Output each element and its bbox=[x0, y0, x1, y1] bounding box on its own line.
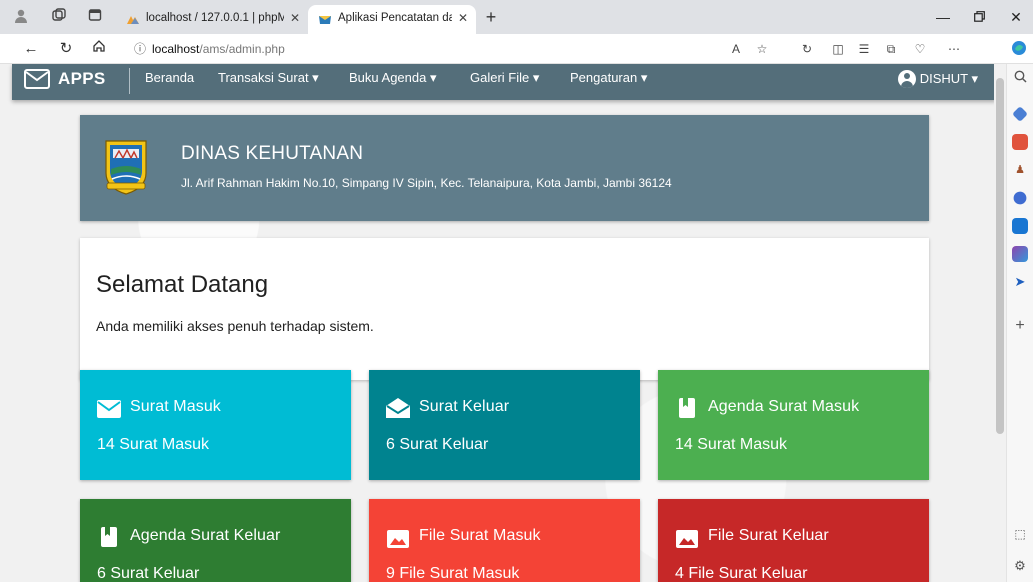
collections-icon[interactable]: ⧉ bbox=[882, 40, 900, 58]
tab-aplikasi[interactable]: Aplikasi Pencatatan dan Pengarsi ✕ bbox=[308, 5, 476, 34]
add-sidebar-app-icon[interactable]: + bbox=[1012, 318, 1028, 334]
tab-title: localhost / 127.0.0.1 | phpMyAdm bbox=[146, 12, 284, 24]
send-icon[interactable]: ➤ bbox=[1012, 274, 1028, 290]
nav-item-beranda[interactable]: Beranda bbox=[145, 70, 194, 85]
people-icon[interactable]: ♟ bbox=[1012, 162, 1028, 178]
scrollbar-thumb[interactable] bbox=[996, 78, 1004, 434]
nav-item-transaksi-surat[interactable]: Transaksi Surat ▾ bbox=[218, 70, 319, 86]
brand[interactable]: APPS bbox=[24, 66, 106, 92]
top-navbar: APPS Beranda Transaksi Surat ▾ Buku Agen… bbox=[12, 64, 994, 100]
image-icon bbox=[676, 530, 698, 548]
close-window-button[interactable]: ✕ bbox=[1001, 6, 1031, 28]
bookmark-icon bbox=[679, 398, 695, 418]
brand-text: APPS bbox=[58, 69, 106, 88]
profile-icon[interactable] bbox=[12, 8, 30, 26]
user-avatar-icon bbox=[897, 70, 916, 88]
browser-tab-bar: localhost / 127.0.0.1 | phpMyAdm ✕ Aplik… bbox=[0, 0, 1033, 34]
user-menu[interactable]: DISHUT ▾ bbox=[897, 68, 978, 90]
page-viewport: APPS Beranda Transaksi Surat ▾ Buku Agen… bbox=[0, 64, 994, 582]
favorites-list-icon[interactable]: ☰ bbox=[855, 40, 873, 58]
stat-count: 4 File Surat Keluar bbox=[675, 565, 808, 582]
page-scrollbar[interactable] bbox=[994, 64, 1006, 582]
copilot-icon[interactable] bbox=[1010, 40, 1028, 58]
stat-count: 6 Surat Keluar bbox=[97, 565, 200, 582]
more-menu-icon[interactable]: ⋯ bbox=[945, 40, 963, 58]
new-tab-button[interactable]: + bbox=[478, 4, 504, 30]
screenshot-icon[interactable]: ⬚ bbox=[1012, 526, 1028, 542]
designer-icon[interactable] bbox=[1012, 246, 1028, 262]
home-icon[interactable] bbox=[88, 39, 110, 59]
stat-card-surat-masuk[interactable]: Surat Masuk 14 Surat Masuk bbox=[80, 370, 351, 480]
extensions-icon[interactable]: ↻ bbox=[798, 40, 816, 58]
split-screen-icon[interactable]: ◫ bbox=[829, 40, 847, 58]
close-tab-icon[interactable]: ✕ bbox=[290, 5, 300, 32]
stat-title: File Surat Keluar bbox=[708, 527, 829, 544]
stat-count: 14 Surat Masuk bbox=[675, 436, 788, 453]
workspaces-icon[interactable] bbox=[50, 8, 68, 26]
stat-title: Surat Masuk bbox=[130, 398, 221, 415]
tab-actions-icon[interactable] bbox=[86, 8, 104, 26]
close-tab-icon[interactable]: ✕ bbox=[458, 5, 468, 32]
restore-button[interactable] bbox=[964, 6, 994, 28]
app-favicon-icon bbox=[319, 16, 331, 24]
minimize-button[interactable]: — bbox=[928, 6, 958, 28]
stat-card-surat-keluar[interactable]: Surat Keluar 6 Surat Keluar bbox=[369, 370, 640, 480]
nav-item-galeri-file[interactable]: Galeri File ▾ bbox=[470, 70, 539, 86]
stat-title: Agenda Surat Keluar bbox=[130, 527, 281, 544]
institution-name: DINAS KEHUTANAN bbox=[181, 143, 364, 164]
stat-count: 9 File Surat Masuk bbox=[386, 565, 520, 582]
tab-title: Aplikasi Pencatatan dan Pengarsi bbox=[338, 12, 452, 24]
settings-gear-icon[interactable]: ⚙ bbox=[1012, 558, 1028, 574]
bookmark-icon bbox=[101, 527, 117, 547]
shopping-tag-icon[interactable] bbox=[1012, 106, 1028, 122]
nav-item-pengaturan[interactable]: Pengaturan ▾ bbox=[570, 70, 647, 86]
toolbox-icon[interactable] bbox=[1012, 134, 1028, 150]
user-name: DISHUT ▾ bbox=[919, 71, 978, 86]
edge-sidebar: ♟ ➤ + ⬚ ⚙ bbox=[1006, 64, 1033, 582]
stat-title: File Surat Masuk bbox=[419, 527, 541, 544]
favorite-star-icon[interactable]: ☆ bbox=[753, 40, 771, 58]
image-icon bbox=[387, 530, 409, 548]
welcome-title: Selamat Datang bbox=[96, 271, 269, 298]
stat-card-file-surat-keluar[interactable]: File Surat Keluar 4 File Surat Keluar bbox=[658, 499, 929, 582]
institution-header: DINAS KEHUTANAN Jl. Arif Rahman Hakim No… bbox=[80, 115, 929, 221]
phpmyadmin-favicon-icon bbox=[127, 16, 139, 24]
nav-item-buku-agenda[interactable]: Buku Agenda ▾ bbox=[349, 70, 436, 86]
site-info-icon[interactable]: ⓘ bbox=[134, 38, 146, 60]
welcome-subtitle: Anda memiliki akses penuh terhadap siste… bbox=[96, 318, 374, 334]
stat-card-agenda-surat-keluar[interactable]: Agenda Surat Keluar 6 Surat Keluar bbox=[80, 499, 351, 582]
search-icon[interactable] bbox=[1011, 70, 1029, 88]
back-arrow-icon[interactable]: ← bbox=[20, 39, 42, 59]
stat-title: Agenda Surat Masuk bbox=[708, 398, 860, 415]
refresh-icon[interactable]: ↻ bbox=[55, 39, 77, 59]
navbar-divider bbox=[129, 68, 130, 94]
tab-phpmyadmin[interactable]: localhost / 127.0.0.1 | phpMyAdm ✕ bbox=[116, 5, 308, 34]
performance-icon[interactable]: ♡ bbox=[911, 40, 929, 58]
mail-icon bbox=[97, 400, 121, 418]
jambi-emblem-logo bbox=[105, 140, 147, 195]
stat-count: 14 Surat Masuk bbox=[97, 436, 210, 453]
read-aloud-icon[interactable]: A bbox=[727, 40, 745, 58]
stat-card-agenda-surat-masuk[interactable]: Agenda Surat Masuk 14 Surat Masuk bbox=[658, 370, 929, 480]
office-icon[interactable] bbox=[1013, 191, 1027, 205]
stat-card-file-surat-masuk[interactable]: File Surat Masuk 9 File Surat Masuk bbox=[369, 499, 640, 582]
url-path: /ams/admin.php bbox=[199, 42, 285, 56]
mail-open-icon bbox=[386, 398, 410, 418]
stat-title: Surat Keluar bbox=[419, 398, 510, 415]
url-host: localhost bbox=[152, 42, 200, 56]
outlook-icon[interactable] bbox=[1012, 218, 1028, 234]
welcome-card: Selamat Datang Anda memiliki akses penuh… bbox=[80, 238, 929, 380]
mail-icon bbox=[24, 69, 50, 89]
address-toolbar: ← ↻ ⓘ localhost/ams/admin.php A ☆ ↻ ◫ ☰ … bbox=[0, 34, 1033, 64]
stat-count: 6 Surat Keluar bbox=[386, 436, 489, 453]
institution-address: Jl. Arif Rahman Hakim No.10, Simpang IV … bbox=[181, 176, 672, 190]
